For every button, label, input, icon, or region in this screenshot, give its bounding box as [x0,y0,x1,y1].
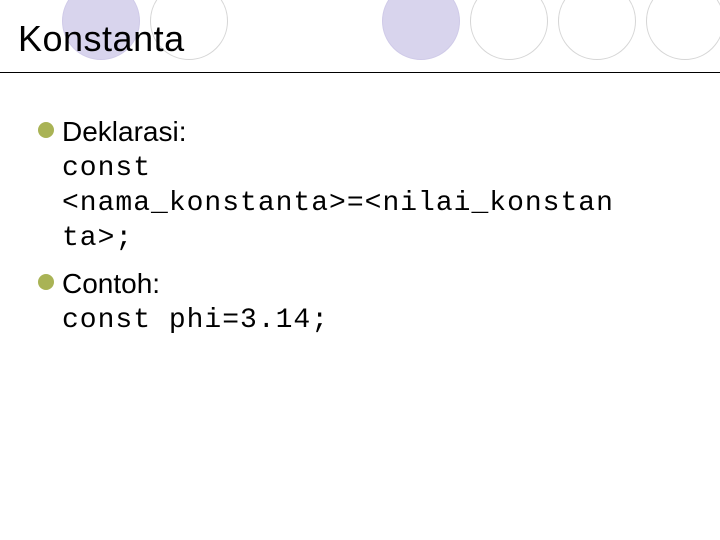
slide-title: Konstanta [18,18,185,60]
bullet-icon [38,122,54,138]
title-underline [0,72,720,73]
code-snippet: const <nama_konstanta>=<nilai_konstan ta… [62,151,678,256]
decor-circle [470,0,548,60]
decor-circle [558,0,636,60]
bullet-label: Deklarasi: [62,114,186,149]
bullet-item: Contoh: [38,266,678,301]
bullet-item: Deklarasi: [38,114,678,149]
bullet-icon [38,274,54,290]
bullet-label: Contoh: [62,266,160,301]
decor-circle [646,0,720,60]
slide-body: Deklarasi: const <nama_konstanta>=<nilai… [38,110,678,338]
decor-circle [382,0,460,60]
code-snippet: const phi=3.14; [62,303,678,338]
